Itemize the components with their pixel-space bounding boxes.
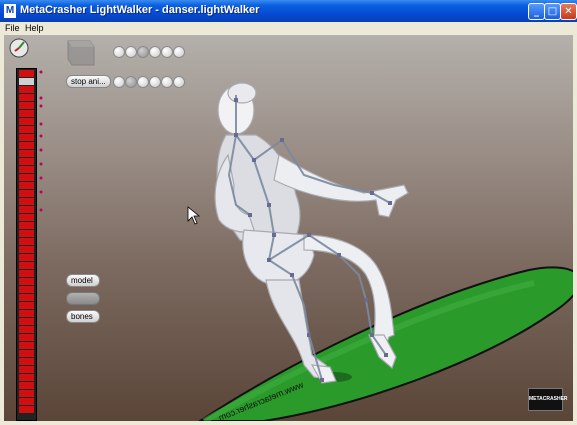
meter-segment (19, 150, 34, 157)
meter-segment (19, 230, 34, 237)
meter-segment (19, 214, 34, 221)
meter-segment (19, 278, 34, 285)
toggle-button-8[interactable] (125, 76, 137, 88)
meter-segment (19, 198, 34, 205)
menu-file[interactable]: File (5, 23, 20, 33)
model-button[interactable]: model (66, 274, 100, 287)
minimize-button[interactable]: _ (528, 3, 545, 20)
3d-viewport[interactable]: www.metacrasher.com stop ani... model bo… (4, 35, 573, 421)
toggle-button-3[interactable] (137, 46, 149, 58)
meter-segment (19, 390, 34, 397)
meter-segment (19, 206, 34, 213)
meter-segment (19, 358, 34, 365)
mouse-cursor-icon (187, 206, 201, 225)
stop-animation-button[interactable]: stop ani... (66, 75, 111, 88)
toggle-button-6[interactable] (173, 46, 185, 58)
meter-segment (19, 270, 34, 277)
meter-segment (19, 326, 34, 333)
meter-segment (19, 110, 34, 117)
window-title: MetaCrasher LightWalker - danser.lightWa… (20, 4, 260, 16)
meter-segment (19, 182, 34, 189)
meter-segment (19, 118, 34, 125)
meter-segment (19, 350, 34, 357)
meter-segment (19, 222, 34, 229)
meter-segment (19, 86, 34, 93)
menu-help[interactable]: Help (25, 23, 44, 33)
toggle-button-4[interactable] (149, 46, 161, 58)
meter-segment (19, 334, 34, 341)
toggle-button-2[interactable] (125, 46, 137, 58)
meter-segment (19, 286, 34, 293)
toggle-button-10[interactable] (149, 76, 161, 88)
meter-segment (19, 262, 34, 269)
toggle-button-5[interactable] (161, 46, 173, 58)
blank-toggle-button[interactable] (66, 292, 100, 305)
meter-segment (19, 190, 34, 197)
compass-icon[interactable] (9, 38, 29, 58)
meter-segment (19, 70, 34, 77)
meter-segment (19, 142, 34, 149)
meter-segment (19, 126, 34, 133)
meter-segment (19, 102, 34, 109)
toggle-button-1[interactable] (113, 46, 125, 58)
title-bar[interactable]: M MetaCrasher LightWalker - danser.light… (0, 0, 577, 22)
meter-segment (19, 254, 34, 261)
meter-segment (19, 342, 34, 349)
meter-markers (39, 70, 43, 212)
metacrasher-logo: METACRASHER (528, 388, 568, 411)
maximize-button[interactable]: □ (544, 3, 561, 20)
level-meter (16, 68, 37, 421)
toggle-button-12[interactable] (173, 76, 185, 88)
meter-segment (19, 238, 34, 245)
app-window: M MetaCrasher LightWalker - danser.light… (0, 0, 577, 425)
meter-segment (19, 158, 34, 165)
scene-canvas[interactable]: www.metacrasher.com (4, 35, 573, 421)
meter-segment (19, 246, 34, 253)
meter-segment (19, 366, 34, 373)
toggle-button-9[interactable] (137, 76, 149, 88)
toggle-button-7[interactable] (113, 76, 125, 88)
meter-segment (19, 406, 34, 413)
meter-segment (19, 382, 34, 389)
cube-icon[interactable] (67, 40, 95, 66)
meter-segment (19, 294, 34, 301)
meter-segment (19, 78, 34, 85)
meter-segment (19, 302, 34, 309)
meter-segment (19, 374, 34, 381)
model-right-leg (303, 234, 395, 352)
close-button[interactable]: ✕ (560, 3, 577, 20)
toggle-button-11[interactable] (161, 76, 173, 88)
meter-segment (19, 318, 34, 325)
bones-button[interactable]: bones (66, 310, 100, 323)
meter-segment (19, 166, 34, 173)
meter-segment (19, 94, 34, 101)
meter-segment (19, 398, 34, 405)
meter-segment (19, 310, 34, 317)
meter-segment (19, 174, 34, 181)
app-icon: M (4, 4, 16, 18)
menu-bar: File Help (0, 22, 577, 35)
meter-segment (19, 134, 34, 141)
dancer-model[interactable] (214, 82, 409, 384)
